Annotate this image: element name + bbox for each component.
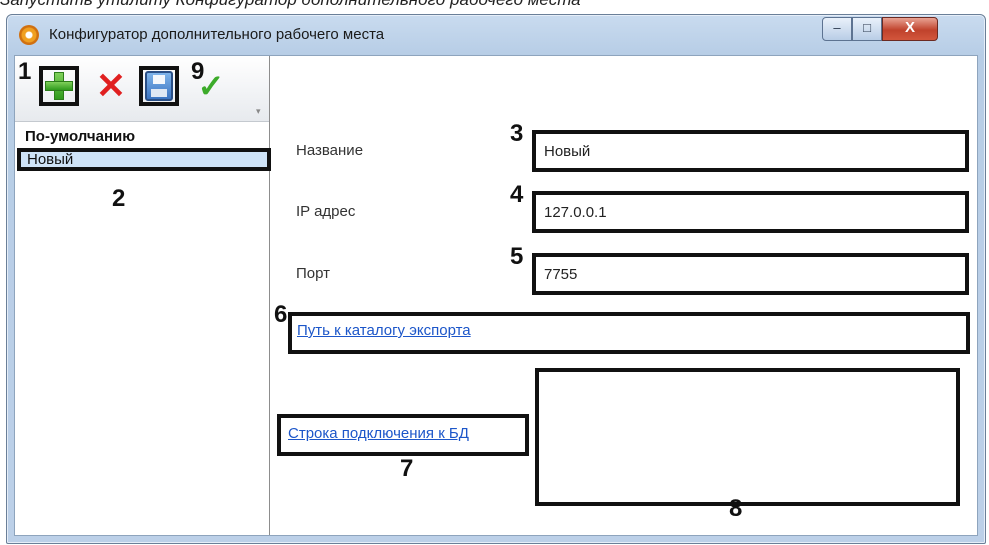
add-button[interactable]: [39, 66, 79, 106]
ip-field[interactable]: 127.0.0.1: [532, 191, 969, 233]
callout-2: 2: [112, 185, 126, 212]
close-button[interactable]: X: [882, 17, 938, 41]
name-label: Название: [296, 142, 364, 159]
toolbar: ✕ ✓ ▾: [15, 56, 269, 122]
db-string-link[interactable]: Строка подключения к БД: [288, 425, 469, 442]
port-label: Порт: [296, 265, 331, 282]
ip-label: IP адрес: [296, 203, 356, 220]
list-header: По-умолчанию: [25, 128, 136, 145]
caption-text: Запустить утилиту Конфигуратор дополните…: [0, 0, 581, 10]
export-path-link[interactable]: Путь к каталогу экспорта: [297, 322, 471, 339]
callout-6: 6: [274, 301, 288, 328]
maximize-icon: □: [863, 20, 871, 35]
callout-4: 4: [510, 181, 524, 208]
export-path-field[interactable]: [539, 316, 966, 350]
callout-5: 5: [510, 243, 524, 270]
callout-3: 3: [510, 120, 524, 147]
window-title: Конфигуратор дополнительного рабочего ме…: [49, 26, 385, 43]
callout-1: 1: [18, 58, 32, 85]
delete-button[interactable]: ✕: [91, 66, 131, 106]
app-gear-icon: [19, 25, 39, 45]
configurator-window: Конфигуратор дополнительного рабочего ме…: [6, 14, 986, 544]
maximize-button[interactable]: □: [852, 17, 882, 41]
list-item[interactable]: Новый: [17, 148, 271, 171]
window-content: ✕ ✓ ▾ По-умолчанию Новый Название Новый …: [14, 55, 978, 536]
config-list: По-умолчанию Новый: [15, 122, 271, 535]
minimize-icon: –: [833, 20, 841, 35]
minimize-button[interactable]: –: [822, 17, 852, 41]
settings-form: Название Новый IP адрес 127.0.0.1 Порт 7…: [271, 56, 977, 535]
close-icon: X: [904, 19, 915, 36]
port-field[interactable]: 7755: [532, 253, 969, 295]
floppy-icon: [145, 71, 173, 101]
callout-9: 9: [191, 58, 205, 85]
name-field[interactable]: Новый: [532, 130, 969, 172]
title-bar: Конфигуратор дополнительного рабочего ме…: [7, 15, 985, 55]
db-string-field[interactable]: [535, 368, 960, 506]
toolbar-grip-icon[interactable]: ▾: [256, 106, 264, 116]
callout-8: 8: [729, 495, 743, 522]
delete-x-icon: ✕: [95, 65, 127, 106]
save-button[interactable]: [139, 66, 179, 106]
plus-icon: [45, 72, 73, 100]
callout-7: 7: [400, 455, 414, 482]
left-panel: ✕ ✓ ▾ По-умолчанию Новый: [15, 56, 271, 535]
